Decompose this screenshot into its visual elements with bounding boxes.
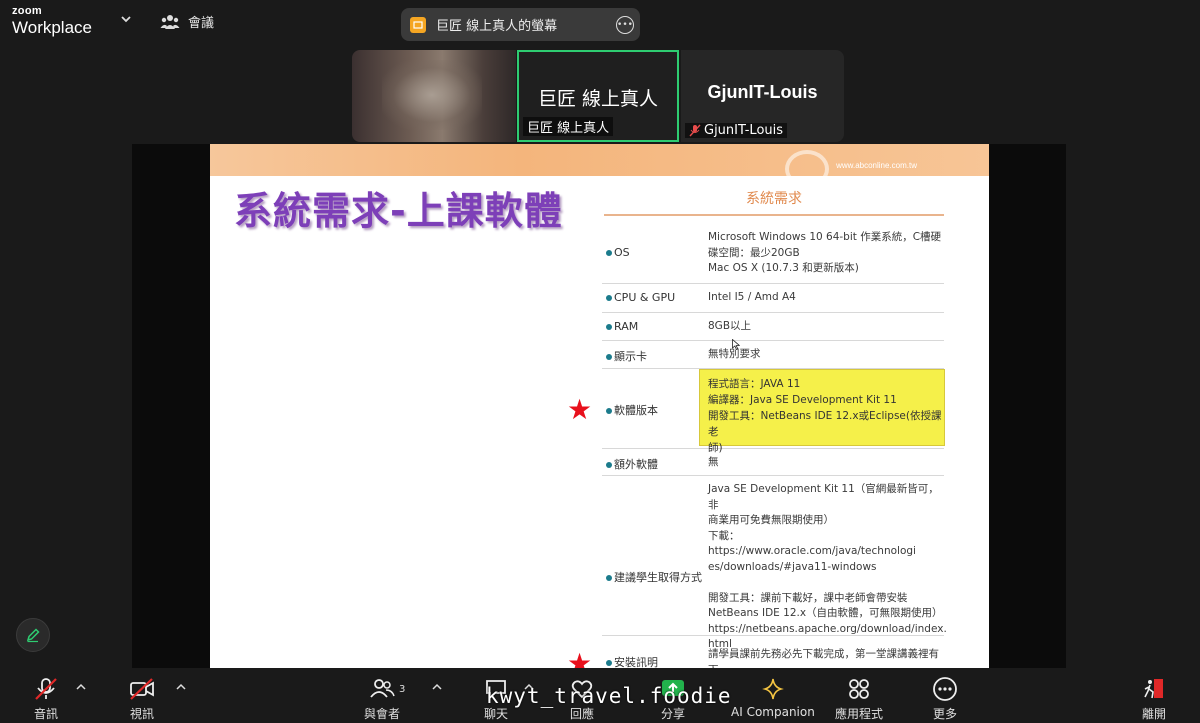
sparkle-icon — [762, 678, 784, 700]
row-label: CPU & GPU — [606, 291, 675, 304]
star-marker-icon: ★ — [567, 393, 593, 426]
participant-name: 巨匠 線上真人 — [527, 121, 610, 136]
participant-name-tag: 巨匠 線上真人 — [523, 117, 614, 136]
row-label: 軟體版本 — [606, 402, 658, 418]
row-label: OS — [606, 246, 630, 259]
participant-tile-video[interactable] — [352, 50, 516, 142]
row-label: 建議學生取得方式 — [606, 569, 702, 585]
top-bar: zoom Workplace 會議 巨匠 線上真人的螢幕 ••• — [0, 0, 1200, 48]
row-label: 顯示卡 — [606, 348, 647, 364]
meeting-menu-button[interactable]: 會議 — [160, 12, 214, 31]
presentation-slide: www.abconline.com.tw 系統需求-上課軟體 系統需求 OS M… — [210, 144, 989, 668]
annotate-button[interactable] — [16, 618, 50, 652]
row-value: Microsoft Windows 10 64-bit 作業系統，C槽硬 碟空間… — [708, 231, 942, 274]
audio-button[interactable]: 音訊 — [33, 676, 59, 722]
slide-site-url: www.abconline.com.tw — [836, 161, 917, 170]
requirement-row-obtain: 建議學生取得方式 Java SE Development Kit 11（官網最新… — [602, 475, 947, 650]
ai-label: AI Companion — [731, 705, 815, 719]
muted-mic-icon — [35, 678, 57, 700]
participant-display-name: GjunIT-Louis — [707, 82, 818, 102]
star-marker-icon: ★ — [567, 647, 593, 669]
muted-mic-icon — [689, 124, 701, 137]
participant-tile-active-speaker[interactable]: 巨匠 線上真人 巨匠 線上真人 — [517, 50, 679, 142]
row-value: 請學員課前先務必先下載完成，第一堂課講義裡有下 載路徑，上課講師會帶領安裝 — [708, 648, 939, 668]
screen-share-indicator[interactable]: 巨匠 線上真人的螢幕 ••• — [401, 8, 640, 41]
audio-options-caret-icon[interactable] — [76, 683, 86, 691]
requirement-row-extra: 額外軟體 無 — [602, 448, 944, 476]
row-label: RAM — [606, 320, 638, 333]
logo-bottom-text: Workplace — [12, 18, 92, 37]
participants-label: 與會者 — [364, 707, 401, 721]
people-icon — [160, 14, 180, 29]
slide-section-heading: 系統需求 — [604, 188, 944, 216]
row-value: 程式語言：JAVA 11 編譯器：Java SE Development Kit… — [708, 378, 942, 454]
logo-top-text: zoom — [12, 5, 42, 17]
abc-logo-icon — [785, 150, 829, 188]
participants-button[interactable]: 與會者 — [364, 676, 400, 722]
participant-display-name: 巨匠 線上真人 — [537, 88, 659, 110]
leave-button[interactable]: 離開 — [1141, 676, 1167, 722]
participant-name: GjunIT-Louis — [704, 123, 784, 138]
slide-title: 系統需求-上課軟體 — [234, 189, 563, 233]
requirement-row-install: 安裝訊明 請學員課前先務必先下載完成，第一堂課講義裡有下 載路徑，上課講師會帶領… — [602, 635, 944, 668]
participant-name-tag: GjunIT-Louis — [685, 123, 788, 138]
more-button[interactable]: 更多 — [932, 676, 958, 722]
ai-companion-button[interactable]: AI Companion — [731, 676, 815, 719]
apps-button[interactable]: 應用程式 — [835, 676, 883, 722]
audio-label: 音訊 — [33, 707, 58, 721]
row-label: 安裝訊明 — [606, 654, 658, 668]
participants-icon — [370, 679, 395, 698]
apps-label: 應用程式 — [835, 707, 884, 721]
chevron-down-icon[interactable] — [119, 12, 133, 26]
share-title: 巨匠 線上真人的螢幕 — [436, 19, 558, 34]
video-button[interactable]: 視訊 — [128, 676, 156, 722]
watermark-text: kwyt_travel.foodie — [486, 684, 732, 708]
mouse-cursor-icon — [732, 339, 740, 350]
slide-header-band — [210, 144, 989, 176]
participant-tile[interactable]: GjunIT-Louis GjunIT-Louis — [681, 50, 844, 142]
row-value: 8GB以上 — [708, 320, 752, 332]
row-value: Intel I5 / Amd A4 — [708, 291, 796, 303]
zoom-logo[interactable]: zoom Workplace — [12, 5, 92, 37]
meeting-label: 會議 — [188, 16, 215, 31]
leave-door-icon — [1144, 679, 1163, 699]
requirement-row-ram: RAM 8GB以上 — [602, 312, 944, 341]
more-label: 更多 — [932, 707, 957, 721]
pencil-icon — [26, 628, 40, 643]
requirement-row-os: OS Microsoft Windows 10 64-bit 作業系統，C槽硬 … — [602, 224, 944, 284]
share-screen-icon — [410, 16, 426, 33]
row-value: Java SE Development Kit 11（官網最新皆可，非 商業用可… — [708, 483, 947, 650]
video-feed — [382, 60, 482, 130]
more-icon — [933, 677, 957, 701]
requirement-row-gpu: 顯示卡 無特別要求 — [602, 340, 944, 369]
leave-label: 離開 — [1141, 707, 1166, 721]
participant-strip: 巨匠 線上真人 巨匠 線上真人 GjunIT-Louis GjunIT-Loui… — [352, 50, 844, 142]
apps-icon — [849, 679, 869, 699]
more-options-icon[interactable]: ••• — [616, 16, 634, 34]
requirement-row-cpu: CPU & GPU Intel I5 / Amd A4 — [602, 283, 944, 313]
video-options-caret-icon[interactable] — [176, 683, 186, 691]
stopped-video-icon — [130, 678, 154, 700]
participants-count: 3 — [399, 684, 406, 695]
highlighted-software-box: 程式語言：JAVA 11 編譯器：Java SE Development Kit… — [699, 369, 945, 454]
video-label: 視訊 — [129, 707, 154, 721]
row-value: 無 — [708, 456, 719, 468]
row-label: 額外軟體 — [606, 456, 658, 472]
participants-options-caret-icon[interactable] — [432, 683, 442, 691]
